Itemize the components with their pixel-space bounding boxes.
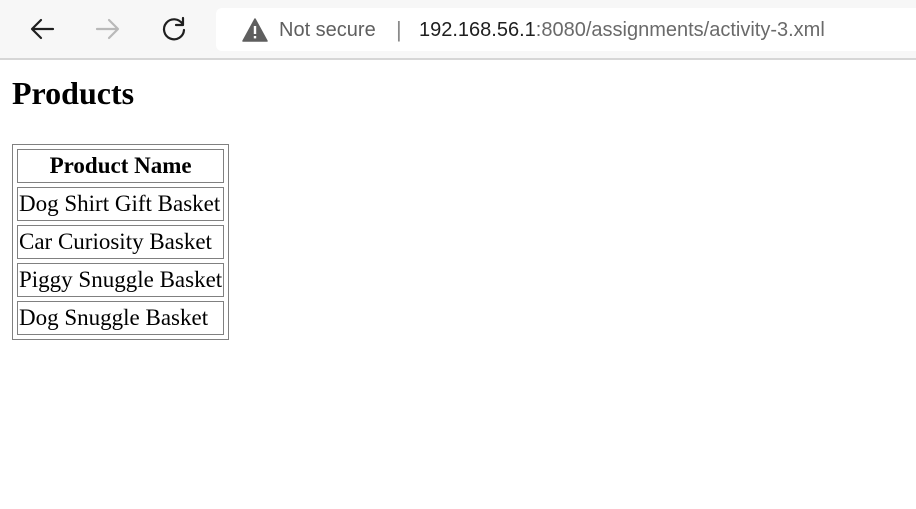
reload-icon [162,16,186,41]
table-row: Piggy Snuggle Basket [17,263,225,297]
url-host: 192.168.56.1 [419,19,536,41]
reload-button[interactable] [154,9,194,49]
arrow-right-icon [95,18,120,40]
table-row: Dog Snuggle Basket [17,301,225,335]
page-content: Products Product Name Dog Shirt Gift Bas… [0,60,916,509]
table-cell-product-name: Dog Shirt Gift Basket [17,187,225,221]
warning-triangle-icon[interactable] [242,18,268,42]
address-bar[interactable]: Not secure | 192.168.56.1:8080/assignmen… [216,8,916,51]
table-cell-product-name: Piggy Snuggle Basket [17,263,225,297]
forward-button[interactable] [88,9,128,49]
table-row: Car Curiosity Basket [17,225,225,259]
arrow-left-icon [30,18,55,40]
browser-toolbar: Not secure | 192.168.56.1:8080/assignmen… [0,0,916,60]
url-path: :8080/assignments/activity-3.xml [535,19,825,41]
url-text[interactable]: 192.168.56.1:8080/assignments/activity-3… [419,18,825,42]
address-separator: | [396,17,402,42]
table-cell-product-name: Dog Snuggle Basket [17,301,225,335]
page-title: Products [12,75,135,111]
products-table: Product Name Dog Shirt Gift Basket Car C… [12,144,230,340]
security-status-label[interactable]: Not secure [279,18,376,42]
table-header-row: Product Name [17,149,225,183]
back-button[interactable] [22,9,62,49]
column-header-product-name: Product Name [17,149,225,183]
table-row: Dog Shirt Gift Basket [17,187,225,221]
table-cell-product-name: Car Curiosity Basket [17,225,225,259]
